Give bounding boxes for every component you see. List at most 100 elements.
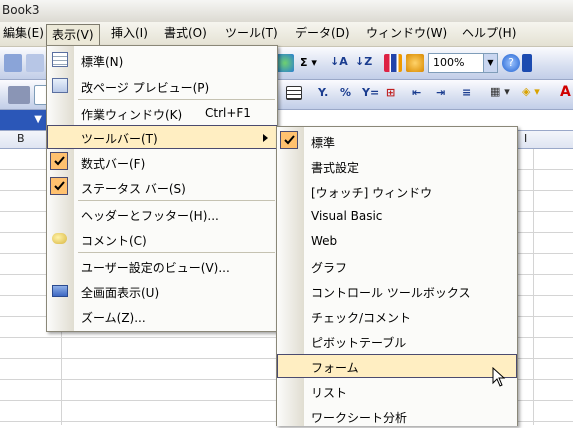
submenu-arrow-icon [263,134,268,142]
toolbar-options-icon[interactable] [522,54,532,72]
window-title: Book3 [2,3,40,17]
menu-data[interactable]: データ(D) [290,25,355,42]
toolbar-handle-icon [8,86,30,104]
merge-center-icon[interactable] [286,86,302,100]
menu-insert[interactable]: 挿入(I) [106,25,153,42]
zoom-combo[interactable]: 100% ▼ [428,53,498,73]
comma-style-icon[interactable]: Y= [362,86,379,99]
view-menu-label: コメント(C) [81,234,147,248]
view-menu-item-formula-bar[interactable]: 数式バー(F) [47,150,277,174]
toolbar-item-web[interactable]: Web [277,229,517,253]
autosum-icon[interactable]: Σ ▾ [300,56,317,69]
spelling-icon[interactable] [26,54,44,72]
toolbar-item-label: 標準 [311,136,336,150]
menu-tools[interactable]: ツール(T) [220,25,283,42]
align-icon[interactable]: ≡ [462,86,471,99]
toolbar-item-label: グラフ [311,261,348,275]
view-menu-label: 数式バー(F) [81,157,146,171]
percent-style-icon[interactable]: % [340,86,351,99]
currency-style-icon[interactable]: Y. [318,86,328,99]
toolbar-item-label: ピボットテーブル [311,336,407,350]
column-header-i[interactable]: I [524,132,527,145]
toolbar-item-list[interactable]: リスト [277,379,517,403]
view-menu-item-comments[interactable]: コメント(C) [47,227,277,251]
toolbar-item-label: コントロール ツールボックス [311,286,471,300]
name-box-dropdown-icon[interactable]: ▼ [0,110,46,130]
toolbar-item-formula-auditing[interactable]: ワークシート分析 [277,404,517,428]
fill-color-icon[interactable]: ◈ ▾ [522,85,540,98]
menu-bar: 編集(E) 表示(V) 挿入(I) 書式(O) ツール(T) データ(D) ウィ… [0,22,573,47]
toolbar-item-control-toolbox[interactable]: コントロール ツールボックス [277,279,517,303]
checkmark-icon [280,131,298,149]
toolbar-item-label: [ウォッチ] ウィンドウ [311,186,433,200]
view-menu-label: ツールバー(T) [81,132,158,146]
view-menu-label: ステータス バー(S) [81,182,186,196]
sort-ascending-icon[interactable]: ↓A [330,55,348,68]
toolbars-submenu: 標準 書式設定 [ウォッチ] ウィンドウ Visual Basic Web グラ… [276,126,518,426]
toolbar-item-label: リスト [311,386,348,400]
menu-edit[interactable]: 編集(E) [0,25,49,42]
toolbar-item-label: ワークシート分析 [311,411,408,425]
increase-indent-icon[interactable]: ⇥ [436,86,445,99]
mouse-cursor-icon [492,367,506,387]
toolbar-item-formatting[interactable]: 書式設定 [277,154,517,178]
view-menu-label: ズーム(Z)... [81,311,146,325]
view-menu-label: 作業ウィンドウ(K) [81,108,183,122]
menu-window[interactable]: ウィンドウ(W) [361,25,452,42]
chevron-down-icon[interactable]: ▼ [483,54,497,72]
view-menu-item-toolbars[interactable]: ツールバー(T) [47,125,277,149]
comment-icon [52,233,67,244]
menu-separator [78,252,275,253]
menu-format[interactable]: 書式(O) [159,25,212,42]
view-menu-item-custom-views[interactable]: ユーザー設定のビュー(V)... [47,254,277,278]
view-menu-label: ユーザー設定のビュー(V)... [81,261,230,275]
view-menu-item-full-screen[interactable]: 全画面表示(U) [47,279,277,303]
hyperlink-globe-icon[interactable] [276,54,294,72]
menu-separator [78,200,275,201]
toolbar-item-forms[interactable]: フォーム [277,354,517,378]
borders-icon[interactable]: ▦ ▾ [490,85,510,98]
toolbar-item-standard[interactable]: 標準 [277,129,517,153]
drawing-icon[interactable] [406,54,424,72]
print-preview-icon[interactable] [4,54,22,72]
view-menu-label: ヘッダーとフッター(H)... [81,209,219,223]
view-menu-item-task-pane[interactable]: 作業ウィンドウ(K) Ctrl+F1 [47,101,277,125]
menu-separator [78,99,275,100]
chart-wizard-icon[interactable] [384,54,402,72]
sort-descending-icon[interactable]: ↓Z [355,55,372,68]
toolbar-item-reviewing[interactable]: チェック/コメント [277,304,517,328]
toolbar-item-label: Web [311,234,338,248]
checkmark-icon [50,152,68,170]
view-menu-shortcut: Ctrl+F1 [205,106,251,120]
toolbar-item-chart[interactable]: グラフ [277,254,517,278]
help-icon[interactable]: ? [502,54,520,72]
view-menu-item-normal[interactable]: 標準(N) [47,48,277,72]
view-menu-item-page-break-preview[interactable]: 改ページ プレビュー(P) [47,74,277,98]
increase-decimal-icon[interactable]: ⊞ [386,86,395,99]
window-title-bar: Book3 [0,0,573,23]
toolbar-item-visual-basic[interactable]: Visual Basic [277,204,517,228]
decrease-indent-icon[interactable]: ⇤ [412,86,421,99]
view-menu-label: 改ページ プレビュー(P) [81,81,210,95]
view-menu: 標準(N) 改ページ プレビュー(P) 作業ウィンドウ(K) Ctrl+F1 ツ… [46,45,278,332]
full-screen-icon [52,285,68,297]
view-menu-item-status-bar[interactable]: ステータス バー(S) [47,175,277,199]
view-menu-item-zoom[interactable]: ズーム(Z)... [47,304,277,328]
toolbar-item-label: チェック/コメント [311,311,412,325]
toolbar-item-pivottable[interactable]: ピボットテーブル [277,329,517,353]
checkmark-icon [50,177,68,195]
normal-view-icon [52,52,68,67]
view-menu-item-header-footer[interactable]: ヘッダーとフッター(H)... [47,202,277,226]
view-menu-label: 標準(N) [81,55,124,69]
menu-help[interactable]: ヘルプ(H) [457,25,521,42]
toolbar-item-label: 書式設定 [311,161,360,175]
font-color-icon[interactable]: A [560,84,571,100]
page-break-preview-icon [52,78,68,93]
toolbar-item-label: Visual Basic [311,209,383,223]
toolbar-item-watch-window[interactable]: [ウォッチ] ウィンドウ [277,179,517,203]
zoom-value: 100% [433,56,465,69]
toolbar-item-label: フォーム [311,361,359,375]
menu-view[interactable]: 表示(V) [46,24,100,46]
column-header-b[interactable]: B [17,132,25,145]
grid-line [533,149,534,425]
